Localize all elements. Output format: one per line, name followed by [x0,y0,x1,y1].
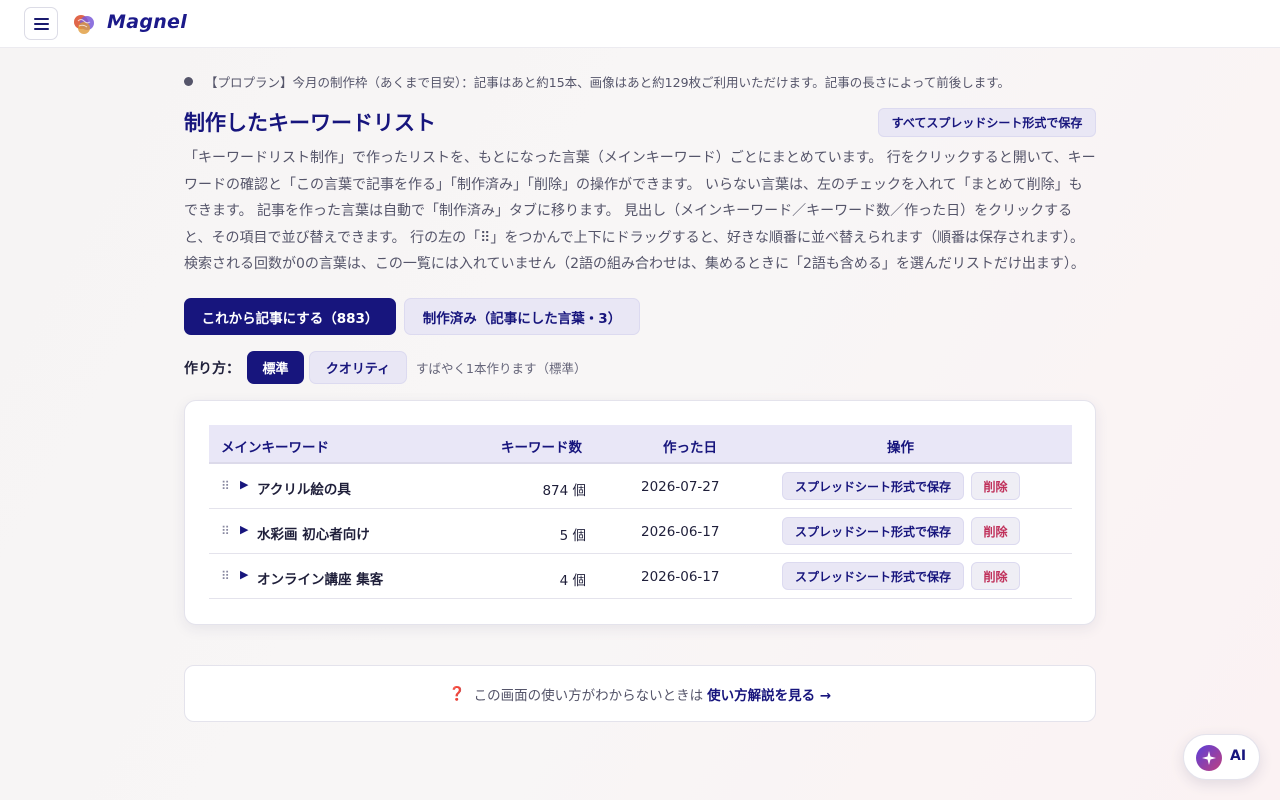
row-keyword: アクリル絵の具 [257,482,351,498]
row-save-spreadsheet-button[interactable]: スプレッドシート形式で保存 [782,472,964,500]
expand-triangle-icon[interactable]: ▶ [240,568,248,581]
row-keyword: 水彩画 初心者向け [257,527,370,543]
expand-triangle-icon[interactable]: ▶ [240,478,248,491]
plan-notice-text: 【プロプラン】今月の制作枠（あくまで目安）：記事はあと約15本、画像はあと約12… [205,74,1011,90]
hamburger-menu-button[interactable] [24,7,58,40]
menu-line [33,17,49,20]
row-delete-button[interactable]: 削除 [971,562,1020,590]
header-main-keyword[interactable]: メインキーワード [221,436,329,456]
notice-dot-icon [184,76,193,86]
row-date: 2026-07-27 [641,479,720,495]
header-created-date[interactable]: 作った日 [663,436,717,456]
tab-pending[interactable]: これから記事にする（883） [184,298,396,335]
help-guide-link[interactable]: 使い方解説を見る → [707,684,831,704]
menu-line [33,22,49,25]
ai-sparkle-icon [1196,745,1222,771]
expand-triangle-icon[interactable]: ▶ [240,523,248,536]
mode-standard-button[interactable]: 標準 [247,351,304,384]
mode-label: 作り方： [184,361,240,377]
row-delete-button[interactable]: 削除 [971,472,1020,500]
row-delete-button[interactable]: 削除 [971,517,1020,545]
sparkle-icon [1202,751,1216,765]
row-date: 2026-06-17 [641,524,720,540]
table-header: メインキーワード キーワード数 作った日 操作 [209,425,1072,464]
row-count: 5 個 [559,528,586,544]
top-bar: Magnel [0,0,1280,48]
drag-handle-icon[interactable]: ⠿ [221,569,230,583]
tab-completed[interactable]: 制作済み（記事にした言葉・3） [404,298,640,335]
help-banner: ❓ この画面の使い方がわからないときは 使い方解説を見る → [184,665,1096,722]
table-row[interactable]: ⠿ ▶ 水彩画 初心者向け 5 個 2026-06-17 スプレッドシート形式で… [209,509,1072,554]
app-logo-text[interactable]: Magnel [107,11,187,33]
row-count: 874 個 [542,483,586,499]
save-all-spreadsheet-button[interactable]: すべてスプレッドシート形式で保存 [878,108,1096,137]
page-description: 「キーワードリスト制作」で作ったリストを、もとになった言葉（メインキーワード）ご… [184,150,1096,273]
row-date: 2026-06-17 [641,569,720,585]
keyword-list-card: メインキーワード キーワード数 作った日 操作 ⠿ ▶ アクリル絵の具 874 … [184,400,1096,625]
row-save-spreadsheet-button[interactable]: スプレッドシート形式で保存 [782,517,964,545]
page-title: 制作したキーワードリスト [184,111,436,135]
help-text: この画面の使い方がわからないときは [473,687,704,704]
row-count: 4 個 [559,573,586,589]
question-icon: ❓ [448,685,466,702]
brain-logo-icon [74,15,94,34]
mode-quality-button[interactable]: クオリティ [309,351,407,384]
row-save-spreadsheet-button[interactable]: スプレッドシート形式で保存 [782,562,964,590]
menu-line [33,27,49,30]
ai-button-label: AI [1230,748,1247,764]
table-row[interactable]: ⠿ ▶ アクリル絵の具 874 個 2026-07-27 スプレッドシート形式で… [209,464,1072,509]
ai-assistant-button[interactable]: AI [1183,734,1260,780]
header-actions: 操作 [887,440,914,456]
drag-handle-icon[interactable]: ⠿ [221,479,230,493]
table-row[interactable]: ⠿ ▶ オンライン講座 集客 4 個 2026-06-17 スプレッドシート形式… [209,554,1072,599]
mode-note: すばやく1本作ります（標準） [416,361,587,376]
row-keyword: オンライン講座 集客 [257,572,384,588]
drag-handle-icon[interactable]: ⠿ [221,524,230,538]
plan-notice: 【プロプラン】今月の制作枠（あくまで目安）：記事はあと約15本、画像はあと約12… [184,72,1010,90]
header-keyword-count[interactable]: キーワード数 [501,436,582,456]
